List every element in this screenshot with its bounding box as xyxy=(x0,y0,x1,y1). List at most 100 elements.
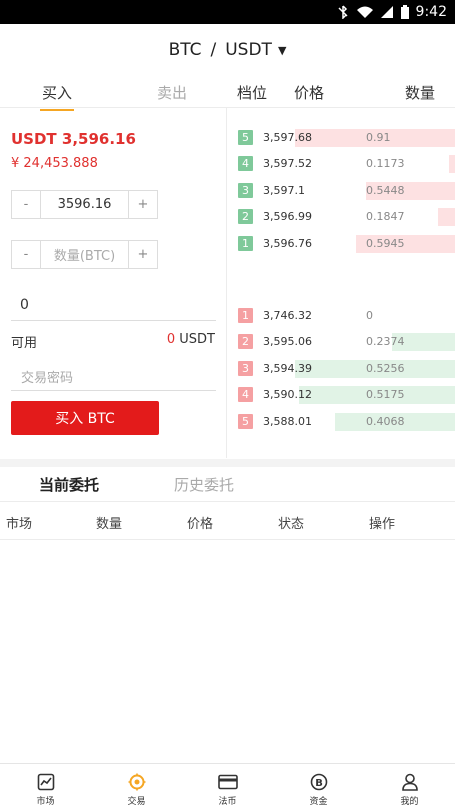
book-qty: 0.5256 xyxy=(366,362,405,375)
bid-row[interactable]: 4 3,590.12 0.5175 xyxy=(228,386,455,404)
wifi-icon xyxy=(356,6,373,18)
qty-stepper: - 数量(BTC) + xyxy=(11,240,158,269)
trade-password-input[interactable]: 交易密码 xyxy=(11,363,216,391)
bid-row[interactable]: 3 3,594.39 0.5256 xyxy=(228,360,455,378)
nav-mine-label: 我的 xyxy=(400,797,419,807)
nav-funds-label: 资金 xyxy=(309,797,328,807)
level-badge: 2 xyxy=(238,334,253,349)
ask-row[interactable]: 2 3,596.99 0.1847 xyxy=(228,208,455,226)
book-header-level: 档位 xyxy=(237,84,268,102)
bid-row[interactable]: 1 3,746.32 0 xyxy=(228,307,455,325)
book-qty: 0.1173 xyxy=(366,157,405,170)
svg-text:B: B xyxy=(315,778,323,789)
book-qty: 0.5175 xyxy=(366,388,405,401)
card-icon xyxy=(182,772,273,792)
trade-main: USDT 3,596.16 ¥ 24,453.888 - 3596.16 + -… xyxy=(0,108,455,458)
book-qty: 0 xyxy=(366,309,373,322)
book-price: 3,597.1 xyxy=(263,184,305,197)
total-amount-field[interactable]: 0 xyxy=(11,297,216,321)
tab-sell[interactable]: 卖出 xyxy=(157,82,187,103)
available-unit: USDT xyxy=(175,332,215,347)
price-plus-button[interactable]: + xyxy=(129,197,157,212)
book-price: 3,595.06 xyxy=(263,335,312,348)
nav-fiat[interactable]: 法币 xyxy=(182,764,273,810)
level-badge: 3 xyxy=(238,361,253,376)
trade-tabs: 买入 卖出 档位 价格 数量 xyxy=(0,76,455,111)
buy-btc-button[interactable]: 买入 BTC xyxy=(11,401,159,435)
nav-market[interactable]: 市场 xyxy=(0,764,91,810)
col-market: 市场 xyxy=(6,517,33,532)
bottom-nav: 市场 交易 法币 B 资金 我的 xyxy=(0,763,455,809)
book-price: 3,746.32 xyxy=(263,309,312,322)
nav-trade[interactable]: 交易 xyxy=(91,764,182,810)
nav-trade-label: 交易 xyxy=(127,797,146,807)
nav-market-label: 市场 xyxy=(36,797,55,807)
book-qty: 0.1847 xyxy=(366,210,405,223)
book-header-price: 价格 xyxy=(294,84,325,102)
last-price-usdt: USDT 3,596.16 xyxy=(11,130,136,148)
book-price: 3,596.76 xyxy=(263,237,312,250)
pair-quote: USDT xyxy=(225,40,272,60)
qty-plus-button[interactable]: + xyxy=(129,247,157,262)
tab-history-orders[interactable]: 历史委托 xyxy=(174,474,234,495)
nav-mine[interactable]: 我的 xyxy=(364,764,455,810)
ask-row[interactable]: 1 3,596.76 0.5945 xyxy=(228,235,455,253)
signal-icon xyxy=(380,6,393,18)
qty-input[interactable]: 数量(BTC) xyxy=(40,241,129,268)
level-badge: 5 xyxy=(238,130,253,145)
col-status: 状态 xyxy=(278,517,305,532)
depth-bar xyxy=(438,208,455,226)
last-price-cny: ¥ 24,453.888 xyxy=(11,156,98,171)
book-header-qty: 数量 xyxy=(405,84,436,102)
tab-current-orders[interactable]: 当前委托 xyxy=(39,474,99,495)
order-form: USDT 3,596.16 ¥ 24,453.888 - 3596.16 + -… xyxy=(0,108,227,458)
order-book: 5 3,597.68 0.91 4 3,597.52 0.1173 3 3,597.1 0.54… xyxy=(228,108,455,458)
tab-buy[interactable]: 买入 xyxy=(40,82,74,111)
section-divider xyxy=(0,459,455,467)
bluetooth-off-icon xyxy=(338,5,348,19)
book-qty: 0.4068 xyxy=(366,415,405,428)
price-input[interactable]: 3596.16 xyxy=(40,191,129,218)
price-stepper: - 3596.16 + xyxy=(11,190,158,219)
nav-funds[interactable]: B 资金 xyxy=(273,764,364,810)
price-minus-button[interactable]: - xyxy=(12,197,40,212)
chart-icon xyxy=(0,772,91,792)
book-qty: 0.5448 xyxy=(366,184,405,197)
book-qty: 0.91 xyxy=(366,131,391,144)
col-qty: 数量 xyxy=(96,517,123,532)
book-price: 3,588.01 xyxy=(263,415,312,428)
level-badge: 2 xyxy=(238,209,253,224)
level-badge: 3 xyxy=(238,183,253,198)
status-time: 9:42 xyxy=(415,4,447,20)
ask-row[interactable]: 5 3,597.68 0.91 xyxy=(228,129,455,147)
nav-fiat-label: 法币 xyxy=(218,797,237,807)
available-amount: 0 xyxy=(166,332,176,347)
level-badge: 5 xyxy=(238,414,253,429)
available-label: 可用 xyxy=(11,336,38,351)
level-badge: 1 xyxy=(238,236,253,251)
col-price: 价格 xyxy=(187,517,214,532)
level-badge: 4 xyxy=(238,387,253,402)
ask-row[interactable]: 3 3,597.1 0.5448 xyxy=(228,182,455,200)
battery-icon xyxy=(400,5,409,19)
book-qty: 0.5945 xyxy=(366,237,405,250)
orders-table-header: 市场 数量 价格 状态 操作 xyxy=(0,503,455,540)
bid-row[interactable]: 2 3,595.06 0.2374 xyxy=(228,333,455,351)
bitcoin-icon: B xyxy=(273,772,364,792)
pair-separator: / xyxy=(210,40,217,60)
pair-base: BTC xyxy=(168,40,202,60)
book-qty: 0.2374 xyxy=(366,335,405,348)
qty-minus-button[interactable]: - xyxy=(12,247,40,262)
bid-row[interactable]: 5 3,588.01 0.4068 xyxy=(228,413,455,431)
caret-down-icon: ▼ xyxy=(277,43,287,57)
available-value: 0 USDT xyxy=(167,332,215,347)
level-badge: 1 xyxy=(238,308,253,323)
level-badge: 4 xyxy=(238,156,253,171)
pair-selector[interactable]: BTC / USDT ▼ xyxy=(0,24,455,76)
book-price: 3,594.39 xyxy=(263,362,312,375)
user-icon xyxy=(364,772,455,792)
status-bar: 9:42 xyxy=(0,0,455,24)
order-tabs: 当前委托 历史委托 xyxy=(0,467,455,502)
ask-row[interactable]: 4 3,597.52 0.1173 xyxy=(228,155,455,173)
book-price: 3,590.12 xyxy=(263,388,312,401)
